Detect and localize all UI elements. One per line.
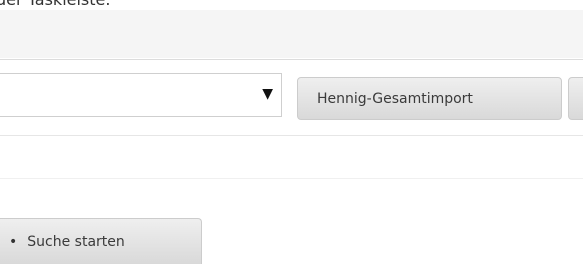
search-button-label: Suche starten [27, 233, 125, 250]
category-select[interactable]: ▼ [0, 73, 282, 117]
dropdown-triangle-icon[interactable]: ▼ [262, 86, 273, 102]
import-button-label: Hennig-Gesamtimport [317, 90, 473, 107]
additional-button[interactable] [568, 77, 583, 120]
toolbar-area [0, 10, 583, 58]
divider [0, 59, 583, 60]
caption-text: der Taskleiste. [0, 0, 110, 9]
hennig-gesamtimport-button[interactable]: Hennig-Gesamtimport [297, 77, 562, 120]
search-start-button[interactable]: • Suche starten [0, 218, 202, 264]
divider [0, 135, 583, 136]
bullet-icon: • [9, 233, 18, 250]
divider [0, 178, 583, 179]
